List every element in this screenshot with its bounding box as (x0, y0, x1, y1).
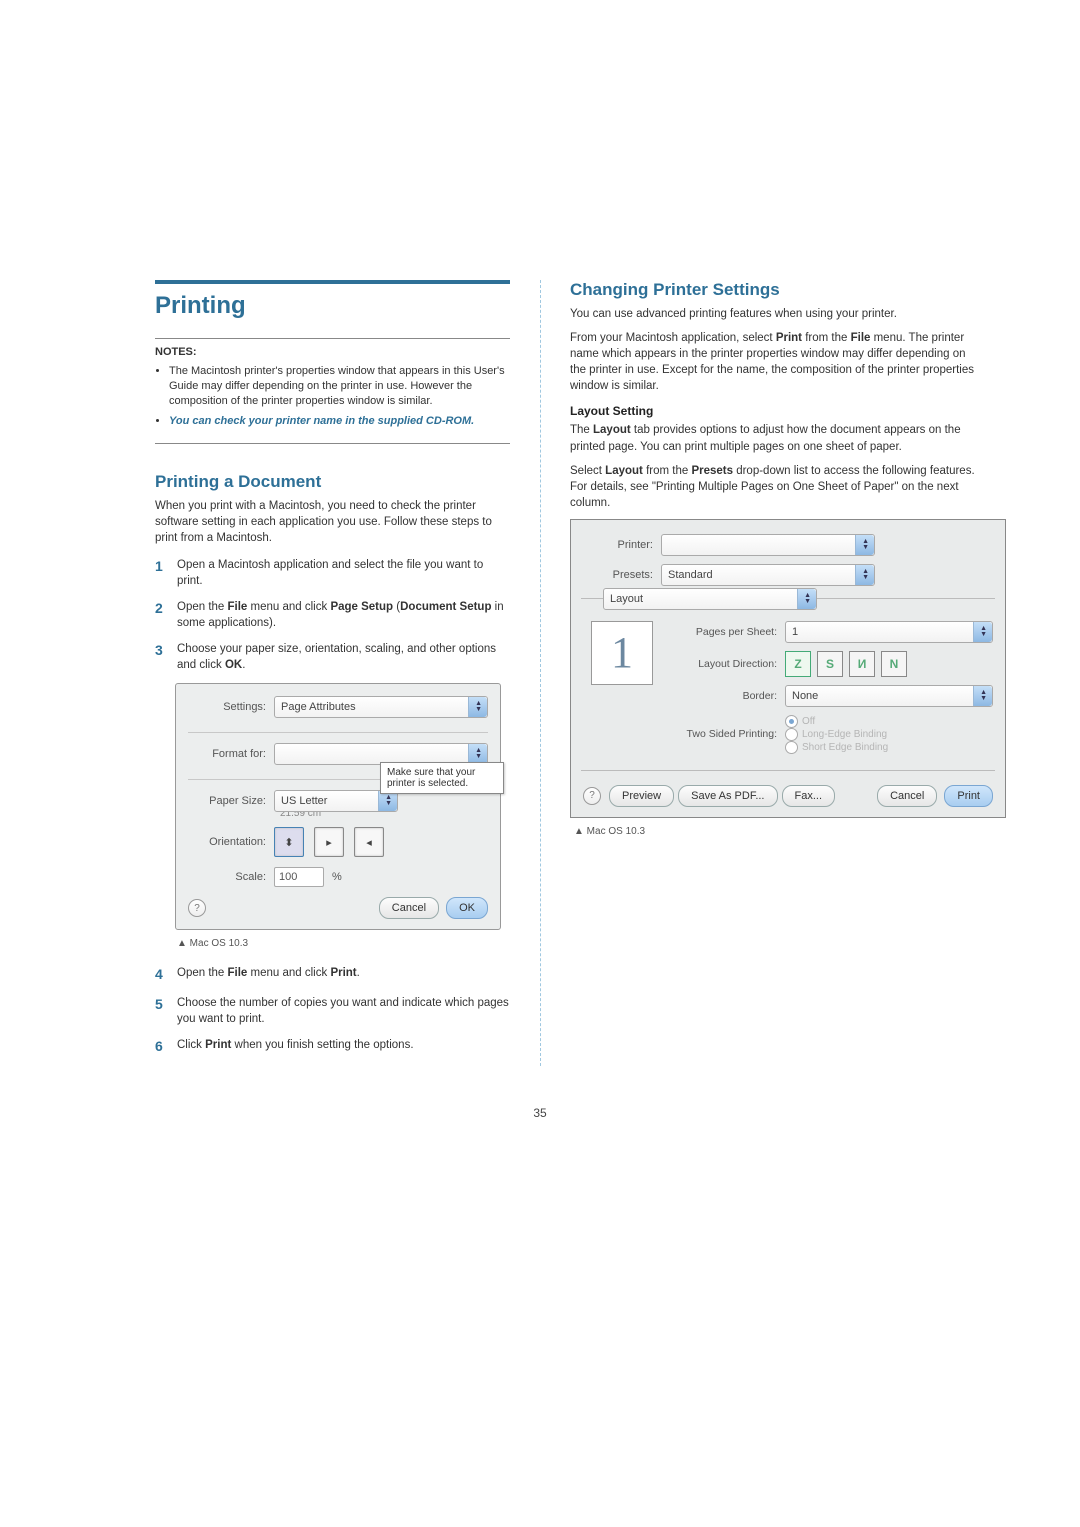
landscape-icon: ▸ (326, 836, 332, 849)
printer-select[interactable]: ▲▼ (661, 534, 875, 556)
save-as-pdf-button[interactable]: Save As PDF... (678, 785, 777, 807)
intro-paragraph: When you print with a Macintosh, you nee… (155, 498, 510, 546)
step-number: 2 (155, 599, 177, 631)
layout-preview: 1 (591, 621, 653, 685)
layout-direction-label: Layout Direction: (667, 658, 785, 670)
step-text: Choose your paper size, orientation, sca… (177, 641, 510, 673)
preview-digit: 1 (611, 627, 633, 678)
format-for-label: Format for: (188, 748, 274, 760)
pages-per-sheet-label: Pages per Sheet: (667, 626, 785, 638)
header-rule (155, 280, 510, 284)
help-button[interactable]: ? (188, 899, 206, 917)
step-text: Click Print when you finish setting the … (177, 1037, 510, 1057)
note-item: The Macintosh printer's properties windo… (169, 364, 510, 409)
left-column: Printing NOTES: The Macintosh printer's … (100, 280, 540, 1066)
scale-label: Scale: (188, 871, 274, 883)
step-item: 1 Open a Macintosh application and selec… (155, 557, 510, 589)
subsection-title-printing-document: Printing a Document (155, 472, 510, 492)
paragraph: The Layout tab provides options to adjus… (570, 422, 980, 454)
paragraph: From your Macintosh application, select … (570, 330, 980, 394)
steps-list: 1 Open a Macintosh application and selec… (155, 557, 510, 674)
two-sided-radio-long[interactable]: Long-Edge Binding (785, 728, 888, 741)
cancel-button[interactable]: Cancel (379, 897, 439, 919)
pages-per-sheet-select[interactable]: 1▲▼ (785, 621, 993, 643)
two-sided-label: Two Sided Printing: (667, 728, 785, 740)
presets-label: Presets: (583, 569, 661, 581)
section-select[interactable]: Layout▲▼ (603, 588, 817, 610)
print-button[interactable]: Print (944, 785, 993, 807)
step-text: Open a Macintosh application and select … (177, 557, 510, 589)
note-emphasis: You can check your printer name in the s… (169, 415, 474, 427)
step-text: Open the File menu and click Print. (177, 965, 510, 985)
border-label: Border: (667, 690, 785, 702)
two-sided-radio-off[interactable]: Off (785, 715, 888, 728)
preview-button[interactable]: Preview (609, 785, 674, 807)
cancel-button[interactable]: Cancel (877, 785, 937, 807)
step-item: 3 Choose your paper size, orientation, s… (155, 641, 510, 673)
printer-label: Printer: (583, 539, 661, 551)
orientation-landscape-button[interactable]: ▸ (314, 827, 344, 857)
two-sided-radio-short[interactable]: Short Edge Binding (785, 741, 888, 754)
print-layout-dialog: Printer: ▲▼ Presets: Standard▲▼ Layout▲▼… (570, 519, 1006, 818)
step-item: 4 Open the File menu and click Print. (155, 965, 510, 985)
column-divider (540, 280, 541, 1066)
paper-size-label: Paper Size: (188, 795, 274, 807)
layout-direction-option-4[interactable]: N (881, 651, 907, 677)
layout-setting-heading: Layout Setting (570, 404, 980, 418)
note-item: You can check your printer name in the s… (169, 414, 510, 429)
portrait-icon: ⬍ (284, 836, 293, 849)
page-number: 35 (100, 1106, 980, 1120)
section-divider: Layout▲▼ (581, 598, 995, 599)
callout-box: Make sure that your printer is selected. (380, 762, 504, 794)
orientation-reverse-landscape-button[interactable]: ◂ (354, 827, 384, 857)
figure-caption: ▲ Mac OS 10.3 (177, 938, 510, 949)
step-number: 5 (155, 995, 177, 1027)
orientation-portrait-button[interactable]: ⬍ (274, 827, 304, 857)
radio-icon (785, 741, 798, 754)
right-column: Changing Printer Settings You can use ad… (540, 280, 980, 1066)
radio-icon (785, 715, 798, 728)
step-item: 2 Open the File menu and click Page Setu… (155, 599, 510, 631)
border-select[interactable]: None▲▼ (785, 685, 993, 707)
fax-button[interactable]: Fax... (782, 785, 836, 807)
step-text: Open the File menu and click Page Setup … (177, 599, 510, 631)
notes-label: NOTES: (155, 346, 197, 358)
paragraph: You can use advanced printing features w… (570, 306, 980, 322)
step-item: 5 Choose the number of copies you want a… (155, 995, 510, 1027)
document-page: Printing NOTES: The Macintosh printer's … (0, 0, 1080, 1180)
step-number: 6 (155, 1037, 177, 1057)
step-number: 1 (155, 557, 177, 589)
step-text: Choose the number of copies you want and… (177, 995, 510, 1027)
steps-list-continued: 4 Open the File menu and click Print. 5 … (155, 965, 510, 1056)
figure-caption: ▲ Mac OS 10.3 (574, 826, 980, 837)
section-title-printing: Printing (155, 292, 510, 320)
settings-label: Settings: (188, 701, 274, 713)
notes-box: NOTES: The Macintosh printer's propertie… (155, 338, 510, 444)
subsection-title-changing-settings: Changing Printer Settings (570, 280, 980, 300)
layout-direction-option-1[interactable]: Z (785, 651, 811, 677)
settings-select[interactable]: Page Attributes ▲▼ (274, 696, 488, 718)
paragraph: Select Layout from the Presets drop-down… (570, 463, 980, 511)
help-button[interactable]: ? (583, 787, 601, 805)
step-number: 4 (155, 965, 177, 985)
ok-button[interactable]: OK (446, 897, 488, 919)
orientation-label: Orientation: (188, 836, 274, 848)
scale-unit: % (332, 871, 342, 883)
scale-input[interactable]: 100 (274, 867, 324, 887)
landscape-rev-icon: ◂ (366, 836, 372, 849)
step-number: 3 (155, 641, 177, 673)
radio-icon (785, 728, 798, 741)
step-item: 6 Click Print when you finish setting th… (155, 1037, 510, 1057)
presets-select[interactable]: Standard▲▼ (661, 564, 875, 586)
layout-direction-option-3[interactable]: И (849, 651, 875, 677)
page-setup-dialog: Settings: Page Attributes ▲▼ Format for:… (175, 683, 501, 930)
layout-direction-option-2[interactable]: S (817, 651, 843, 677)
